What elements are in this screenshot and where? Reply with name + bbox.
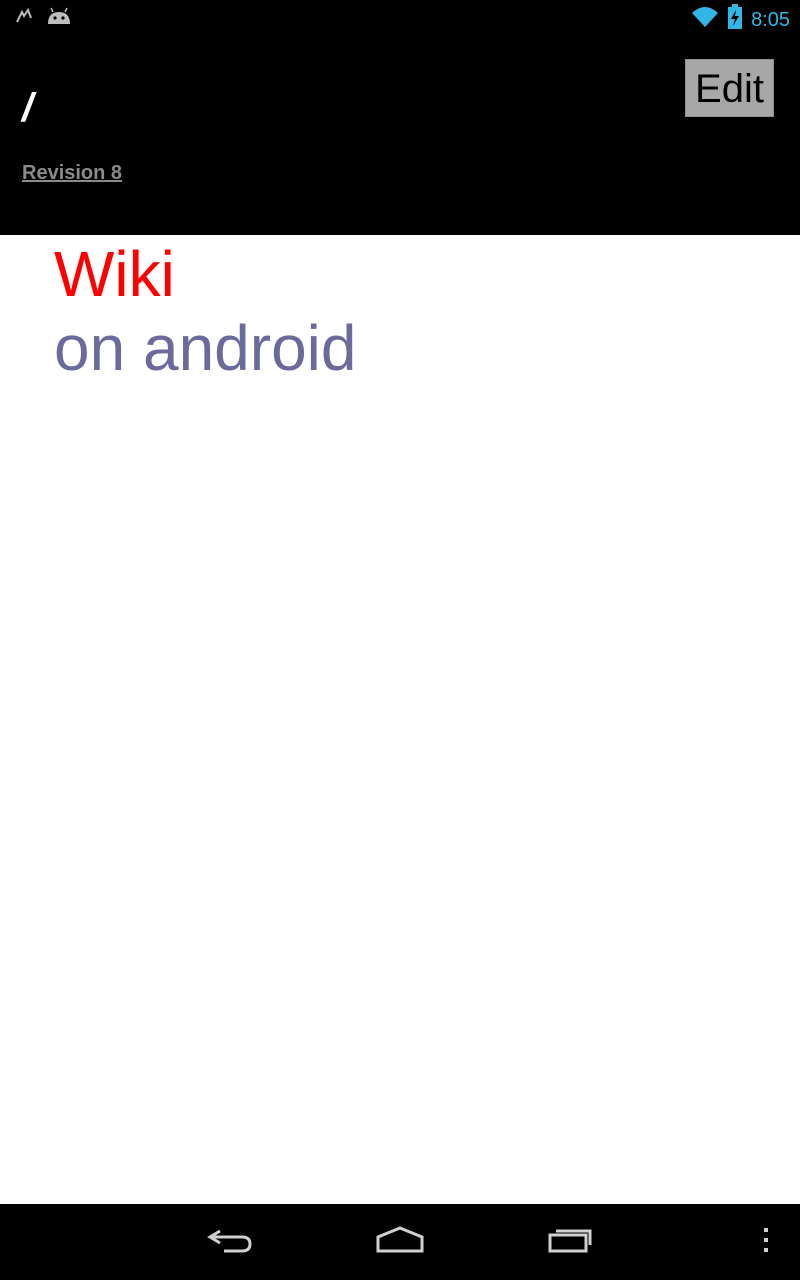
wiki-heading: Wiki bbox=[54, 238, 175, 310]
navigation-bar bbox=[0, 1204, 800, 1280]
menu-button[interactable] bbox=[736, 1222, 796, 1262]
wifi-icon bbox=[691, 5, 719, 34]
notification-icon bbox=[14, 6, 34, 31]
screen: 8:05 / Revision 8 Edit Wiki on android bbox=[0, 0, 800, 1280]
status-bar: 8:05 bbox=[0, 0, 800, 36]
edit-button[interactable]: Edit bbox=[685, 59, 774, 117]
header: / Revision 8 Edit bbox=[0, 36, 800, 235]
back-icon bbox=[206, 1225, 254, 1260]
status-left-icons bbox=[14, 6, 72, 31]
battery-charging-icon bbox=[727, 4, 743, 35]
wiki-content: Wiki on android bbox=[0, 235, 800, 1204]
status-right-icons: 8:05 bbox=[691, 4, 790, 35]
wiki-subheading: on android bbox=[54, 312, 357, 384]
home-button[interactable] bbox=[370, 1222, 430, 1262]
recent-apps-button[interactable] bbox=[540, 1222, 600, 1262]
home-icon bbox=[374, 1225, 426, 1260]
revision-link[interactable]: Revision 8 bbox=[22, 160, 122, 186]
clock: 8:05 bbox=[751, 8, 790, 31]
recent-apps-icon bbox=[546, 1225, 594, 1260]
back-button[interactable] bbox=[200, 1222, 260, 1262]
android-icon bbox=[46, 6, 72, 31]
page-title: / bbox=[22, 86, 34, 130]
menu-icon bbox=[762, 1226, 770, 1259]
